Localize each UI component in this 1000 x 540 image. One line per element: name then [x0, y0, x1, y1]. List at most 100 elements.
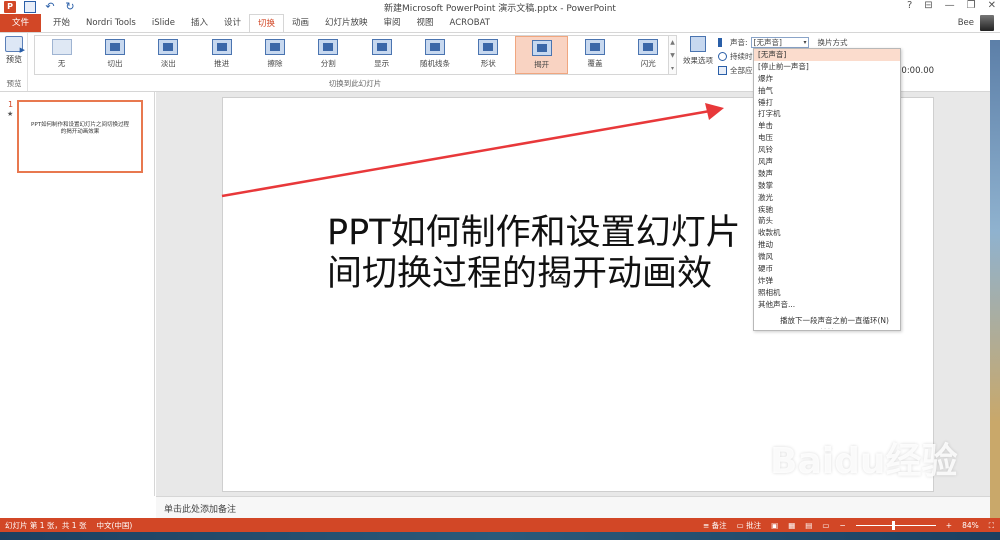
transition-wipe[interactable]: 擦除: [248, 36, 301, 74]
zoom-in-icon[interactable]: +: [946, 521, 952, 530]
slide-thumbnail[interactable]: PPT如何制作和设置幻灯片之间切换过程的揭开动画效果: [17, 100, 143, 173]
transition-label: 切出: [107, 59, 123, 68]
sound-option[interactable]: 鼓掌: [754, 180, 900, 192]
preview-group: 预览 预览: [0, 33, 28, 91]
sound-option[interactable]: 电压: [754, 132, 900, 144]
chevron-up-icon[interactable]: ▲: [669, 36, 676, 49]
notes-toggle[interactable]: ≡ 备注: [703, 520, 727, 531]
ribbon-display-button[interactable]: ⊟: [924, 0, 932, 11]
help-button[interactable]: ?: [907, 0, 912, 11]
slideshow-icon[interactable]: ▭: [822, 521, 829, 530]
transition-random-bars[interactable]: 随机线条: [408, 36, 461, 74]
tab-slideshow[interactable]: 幻灯片放映: [317, 14, 376, 32]
sound-option[interactable]: 单击: [754, 120, 900, 132]
transition-uncover[interactable]: 揭开: [514, 36, 569, 74]
normal-view-icon[interactable]: ▣: [771, 521, 778, 530]
effect-options-icon: [690, 36, 706, 52]
transition-push[interactable]: 推进: [195, 36, 248, 74]
tab-transitions[interactable]: 切换: [248, 13, 284, 33]
advance-time-input[interactable]: 00:00.00: [896, 66, 934, 76]
transition-none[interactable]: 无: [35, 36, 88, 74]
apply-all-row[interactable]: 全部应: [718, 64, 753, 76]
tab-acrobat[interactable]: ACROBAT: [442, 14, 498, 32]
transition-reveal[interactable]: 显示: [355, 36, 408, 74]
user-area[interactable]: Bee: [958, 14, 994, 32]
notes-toggle-label: 备注: [711, 521, 727, 530]
loop-until-next-sound-option[interactable]: 播放下一段声音之前一直循环(N): [754, 315, 900, 327]
sound-select-value: [无声音]: [753, 37, 782, 47]
slide-count-status: 幻灯片 第 1 张，共 1 张: [5, 521, 87, 530]
sound-option[interactable]: 微风: [754, 251, 900, 263]
resize-grip-icon[interactable]: · · · ·: [754, 326, 900, 333]
baidu-watermark-url: jingyan.baidu.com: [790, 478, 892, 491]
sound-option[interactable]: 收款机: [754, 227, 900, 239]
transition-split[interactable]: 分割: [302, 36, 355, 74]
sound-option[interactable]: 照相机: [754, 287, 900, 299]
sound-option[interactable]: 爆炸: [754, 73, 900, 85]
avatar[interactable]: [980, 15, 994, 31]
baidu-watermark-logo: Baidu经验: [770, 441, 958, 482]
gallery-scroll[interactable]: ▲ ▼ ▾: [668, 35, 677, 75]
tab-review[interactable]: 审阅: [376, 14, 409, 32]
language-status[interactable]: 中文(中国): [96, 520, 132, 531]
transition-random-bars-icon: [424, 39, 445, 55]
sound-option[interactable]: 炸弹: [754, 275, 900, 287]
comments-toggle[interactable]: ▭ 批注: [737, 520, 761, 531]
tab-islide[interactable]: iSlide: [144, 14, 183, 32]
tab-insert[interactable]: 插入: [183, 14, 216, 32]
sound-option[interactable]: 打字机: [754, 108, 900, 120]
tab-animations[interactable]: 动画: [284, 14, 317, 32]
tab-design[interactable]: 设计: [216, 14, 249, 32]
gallery-more-icon[interactable]: ▾: [669, 62, 676, 75]
preview-button[interactable]: 预览: [4, 36, 25, 65]
slide-sorter-icon[interactable]: ▦: [788, 521, 795, 530]
notes-pane[interactable]: 单击此处添加备注: [156, 496, 1000, 518]
transition-cover-icon: [584, 39, 605, 55]
slide-number: 1: [8, 100, 14, 109]
sound-option[interactable]: 风声: [754, 156, 900, 168]
effect-options-button[interactable]: 效果选项: [681, 36, 715, 66]
sound-option[interactable]: 箭头: [754, 215, 900, 227]
tab-file[interactable]: 文件: [0, 14, 42, 32]
sound-select[interactable]: [无声音] ▾: [750, 36, 809, 48]
zoom-out-icon[interactable]: −: [839, 521, 845, 530]
zoom-slider-thumb[interactable]: [891, 521, 895, 530]
chevron-down-icon[interactable]: ▼: [669, 49, 676, 62]
status-bar-right: ≡ 备注 ▭ 批注 ▣ ▦ ▤ ▭ − + 84% ⛶: [703, 520, 994, 531]
sound-option[interactable]: 推动: [754, 239, 900, 251]
transition-split-icon: [318, 39, 339, 55]
transition-cover[interactable]: 覆盖: [568, 36, 621, 74]
zoom-slider[interactable]: [855, 521, 936, 530]
restore-button[interactable]: ❐: [967, 0, 976, 11]
sound-option[interactable]: 硬币: [754, 263, 900, 275]
sound-option-more[interactable]: 其他声音...: [754, 299, 900, 311]
user-name[interactable]: Bee: [958, 18, 974, 28]
transition-flash[interactable]: 闪光: [622, 36, 675, 74]
sound-option[interactable]: [停止前一声音]: [754, 61, 900, 73]
reading-view-icon[interactable]: ▤: [805, 521, 812, 530]
transition-cut[interactable]: 切出: [88, 36, 141, 74]
sound-option[interactable]: 风铃: [754, 144, 900, 156]
sound-option[interactable]: 激光: [754, 192, 900, 204]
sound-option[interactable]: 锤打: [754, 97, 900, 109]
transition-wipe-icon: [264, 39, 285, 55]
fit-slide-icon[interactable]: ⛶: [989, 521, 994, 531]
transition-shape[interactable]: 形状: [462, 36, 515, 74]
sound-dropdown: [无声音] [停止前一声音] 爆炸 抽气 锤打 打字机 单击 电压 风铃 风声 …: [753, 48, 901, 333]
tab-nordri-tools[interactable]: Nordri Tools: [78, 14, 144, 32]
sound-option[interactable]: 疾驰: [754, 204, 900, 216]
title-bar: P ↶ ↻ 新建Microsoft PowerPoint 演示文稿.pptx -…: [0, 0, 1000, 14]
tab-view[interactable]: 视图: [409, 14, 442, 32]
transition-fade[interactable]: 淡出: [142, 36, 195, 74]
transition-none-icon: [51, 39, 72, 55]
tab-home[interactable]: 开始: [45, 14, 78, 32]
status-bar: 幻灯片 第 1 张，共 1 张 中文(中国) ≡ 备注 ▭ 批注 ▣ ▦ ▤ ▭…: [0, 518, 1000, 532]
close-button[interactable]: ✕: [988, 0, 996, 11]
sound-option[interactable]: 鼓声: [754, 168, 900, 180]
zoom-level[interactable]: 84%: [962, 521, 979, 530]
transition-label: 擦除: [267, 59, 283, 68]
sound-option[interactable]: 抽气: [754, 85, 900, 97]
minimize-button[interactable]: —: [945, 0, 955, 11]
sound-option[interactable]: [无声音]: [754, 49, 900, 61]
window-title: 新建Microsoft PowerPoint 演示文稿.pptx - Power…: [384, 4, 616, 14]
